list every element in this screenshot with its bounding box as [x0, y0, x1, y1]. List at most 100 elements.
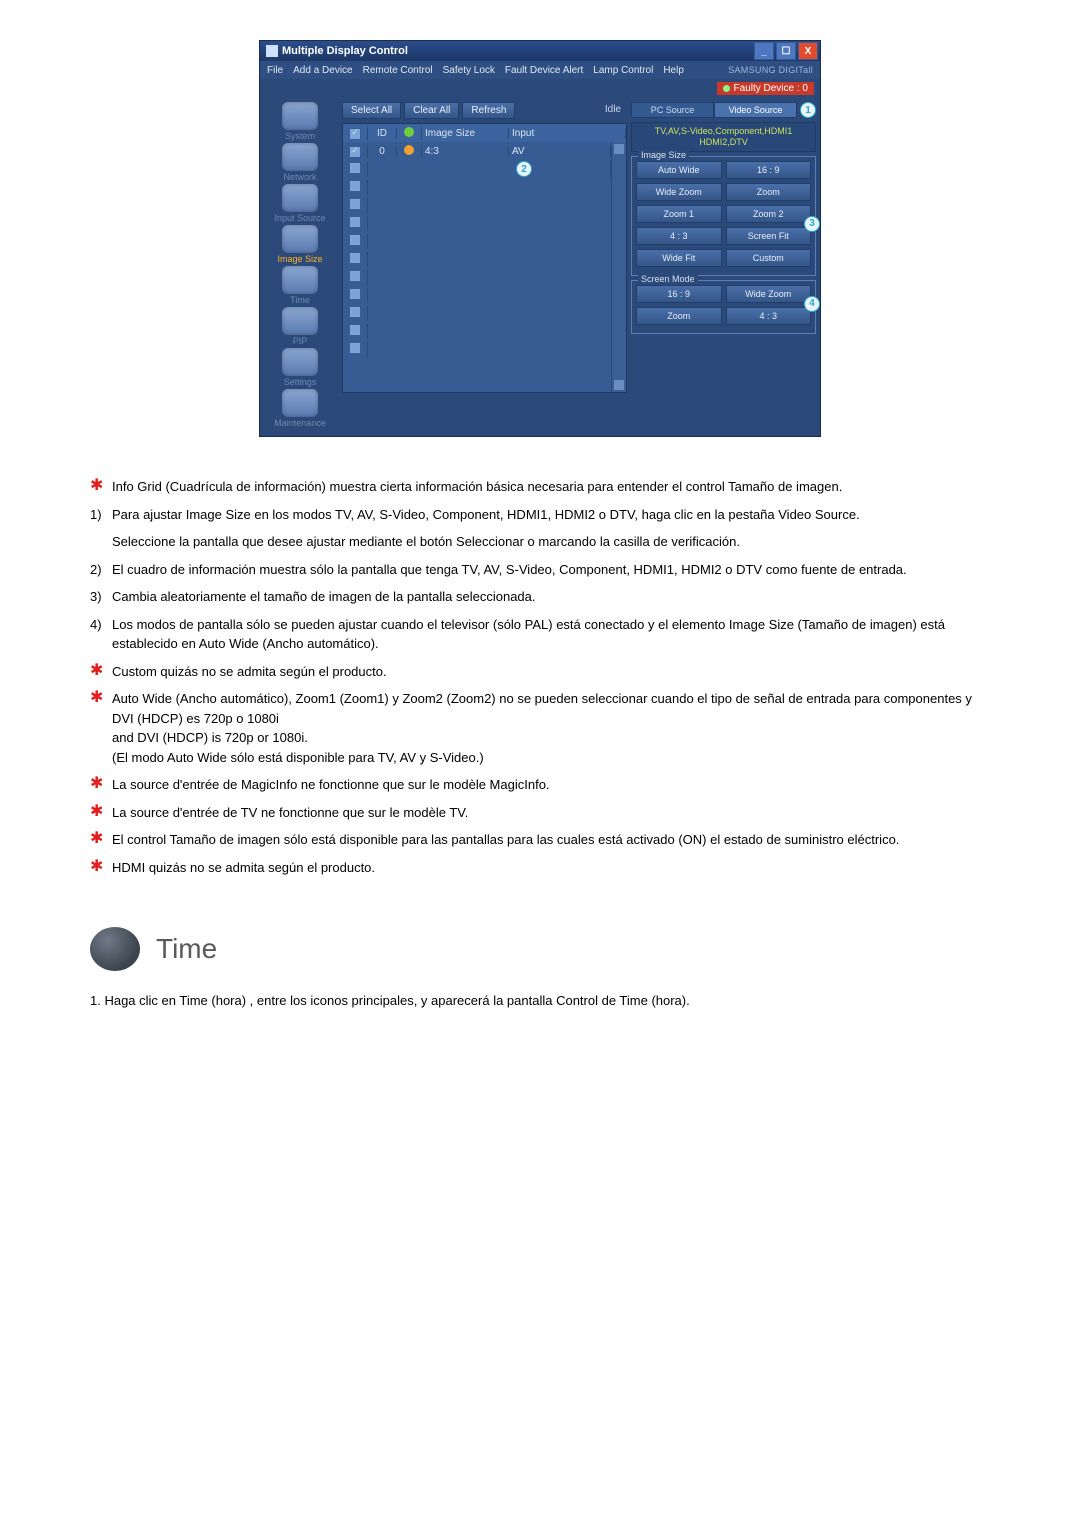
- sidebar-item-system[interactable]: System: [265, 102, 335, 141]
- table-row[interactable]: [343, 232, 611, 250]
- sidebar-item-time[interactable]: Time: [265, 266, 335, 305]
- opt-auto-wide[interactable]: Auto Wide: [636, 161, 722, 179]
- src-line: HDMI2,DTV: [634, 137, 813, 148]
- src-line: TV,AV,S-Video,Component,HDMI1: [634, 126, 813, 137]
- num-3: 3): [90, 587, 112, 607]
- sm-16-9[interactable]: 16 : 9: [636, 285, 722, 303]
- opt-16-9[interactable]: 16 : 9: [726, 161, 812, 179]
- star-icon: ✱: [90, 775, 112, 793]
- sidebar-item-maintenance[interactable]: Maintenance: [265, 389, 335, 428]
- sidebar-item-input-source[interactable]: Input Source: [265, 184, 335, 223]
- row-checkbox[interactable]: [349, 146, 361, 158]
- tab-pc-source[interactable]: PC Source: [631, 102, 714, 118]
- table-row[interactable]: [343, 340, 611, 358]
- app-icon: [266, 45, 278, 57]
- sidebar-item-settings[interactable]: Settings: [265, 348, 335, 387]
- sm-wide-zoom[interactable]: Wide Zoom: [726, 285, 812, 303]
- screen-mode-legend: Screen Mode: [638, 274, 698, 284]
- table-row[interactable]: 04:3AV: [343, 142, 611, 160]
- sm-4-3[interactable]: 4 : 3: [726, 307, 812, 325]
- minimize-button[interactable]: _: [754, 42, 774, 60]
- pip-icon: [282, 307, 318, 335]
- opt-4-3[interactable]: 4 : 3: [636, 227, 722, 245]
- status-dot-icon: [723, 85, 730, 92]
- menu-lamp-control[interactable]: Lamp Control: [588, 65, 658, 76]
- num-2: 2): [90, 560, 112, 580]
- grid-scrollbar[interactable]: [611, 142, 626, 392]
- notes-block: ✱Info Grid (Cuadrícula de información) m…: [90, 477, 990, 877]
- menu-file[interactable]: File: [262, 65, 288, 76]
- callout-4: 4: [804, 296, 820, 312]
- row-checkbox[interactable]: [349, 306, 361, 318]
- row-checkbox[interactable]: [349, 180, 361, 192]
- settings-icon: [282, 348, 318, 376]
- maintenance-icon: [282, 389, 318, 417]
- row-checkbox[interactable]: [349, 198, 361, 210]
- image-size-icon: [282, 225, 318, 253]
- menu-add-device[interactable]: Add a Device: [288, 65, 357, 76]
- refresh-button[interactable]: Refresh: [462, 102, 515, 119]
- table-row[interactable]: [343, 214, 611, 232]
- header-checkbox[interactable]: [349, 128, 361, 140]
- menu-help[interactable]: Help: [658, 65, 689, 76]
- opt-zoom1[interactable]: Zoom 1: [636, 205, 722, 223]
- sidebar-item-image-size[interactable]: Image Size: [265, 225, 335, 264]
- table-row[interactable]: [343, 268, 611, 286]
- col-input: Input: [509, 128, 626, 139]
- row-checkbox[interactable]: [349, 342, 361, 354]
- note-span: and DVI (HDCP) is 720p or 1080i.: [112, 730, 308, 745]
- select-all-button[interactable]: Select All: [342, 102, 401, 119]
- callout-3: 3: [804, 216, 820, 232]
- sidebar-label: Maintenance: [265, 418, 335, 428]
- cell-input: 2: [509, 161, 611, 177]
- row-checkbox[interactable]: [349, 234, 361, 246]
- note-span: (El modo Auto Wide sólo está disponible …: [112, 750, 484, 765]
- section-line: 1. Haga clic en Time (hora) , entre los …: [90, 991, 990, 1011]
- image-size-group: Image Size Auto Wide16 : 9 Wide ZoomZoom…: [631, 156, 816, 276]
- row-checkbox[interactable]: [349, 324, 361, 336]
- sidebar-label: Network: [265, 172, 335, 182]
- maximize-button[interactable]: ☐: [776, 42, 796, 60]
- opt-wide-zoom[interactable]: Wide Zoom: [636, 183, 722, 201]
- opt-screen-fit[interactable]: Screen Fit: [726, 227, 812, 245]
- mdc-window: Multiple Display Control _ ☐ X File Add …: [259, 40, 821, 437]
- table-row[interactable]: [343, 304, 611, 322]
- sm-zoom[interactable]: Zoom: [636, 307, 722, 325]
- row-checkbox[interactable]: [349, 252, 361, 264]
- col-id: ID: [368, 128, 397, 139]
- table-row[interactable]: 2: [343, 160, 611, 178]
- table-row[interactable]: [343, 286, 611, 304]
- opt-custom[interactable]: Custom: [726, 249, 812, 267]
- menu-remote-control[interactable]: Remote Control: [358, 65, 438, 76]
- table-row[interactable]: [343, 178, 611, 196]
- menu-fault-device-alert[interactable]: Fault Device Alert: [500, 65, 588, 76]
- table-row[interactable]: [343, 196, 611, 214]
- row-checkbox[interactable]: [349, 270, 361, 282]
- tab-video-source[interactable]: Video Source: [714, 102, 797, 118]
- row-checkbox[interactable]: [349, 162, 361, 174]
- star-icon: ✱: [90, 803, 112, 821]
- num-4: 4): [90, 615, 112, 635]
- star-icon: ✱: [90, 477, 112, 495]
- section-title: Time: [156, 933, 217, 965]
- note-text: HDMI quizás no se admita según el produc…: [112, 858, 990, 878]
- sidebar-label: PIP: [265, 336, 335, 346]
- network-icon: [282, 143, 318, 171]
- sidebar-item-pip[interactable]: PIP: [265, 307, 335, 346]
- sidebar-item-network[interactable]: Network: [265, 143, 335, 182]
- cell-input: AV: [509, 146, 611, 157]
- table-row[interactable]: [343, 322, 611, 340]
- row-checkbox[interactable]: [349, 288, 361, 300]
- input-source-icon: [282, 184, 318, 212]
- clear-all-button[interactable]: Clear All: [404, 102, 459, 119]
- opt-wide-fit[interactable]: Wide Fit: [636, 249, 722, 267]
- opt-zoom[interactable]: Zoom: [726, 183, 812, 201]
- opt-zoom2[interactable]: Zoom 2: [726, 205, 812, 223]
- table-row[interactable]: [343, 250, 611, 268]
- menu-safety-lock[interactable]: Safety Lock: [438, 65, 500, 76]
- image-size-legend: Image Size: [638, 150, 689, 160]
- callout-1: 1: [800, 102, 816, 118]
- col-image-size: Image Size: [422, 128, 509, 139]
- row-checkbox[interactable]: [349, 216, 361, 228]
- close-button[interactable]: X: [798, 42, 818, 60]
